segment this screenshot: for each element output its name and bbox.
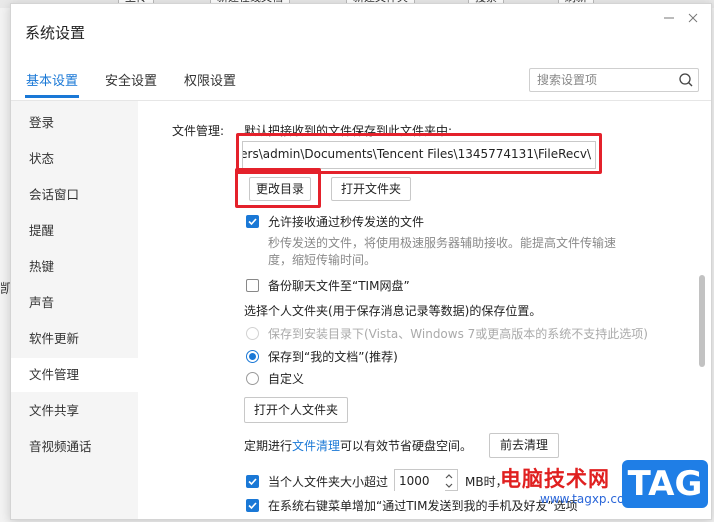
sidebar-item-file-management[interactable]: 文件管理	[11, 358, 138, 392]
sidebar-item-login[interactable]: 登录	[11, 106, 138, 140]
fast-transfer-desc-line2: 度，缩短传输时间。	[268, 253, 377, 267]
size-limit-input[interactable]	[395, 470, 445, 492]
context-menu-label[interactable]: 在系统右键菜单增加“通过TIM发送到我的手机及好友”选项	[268, 497, 578, 514]
allow-fast-transfer-checkbox[interactable]	[246, 215, 259, 228]
sidebar-item-av-call[interactable]: 音视频通话	[11, 430, 138, 464]
active-tab-indicator	[25, 95, 79, 98]
check-icon	[248, 478, 257, 486]
settings-dialog: 系统设置 基本设置 安全设置 权限设置 登录 状态 会话窗口 提醒 热键 声音 …	[10, 3, 712, 520]
fast-transfer-desc-line1: 秒传发送的文件，将使用极速服务器辅助接收。能提高文件传输速	[268, 236, 617, 250]
tab-security-settings[interactable]: 安全设置	[105, 70, 157, 89]
search-input[interactable]	[530, 69, 677, 91]
radio-install-dir	[246, 327, 259, 340]
tab-basic-settings[interactable]: 基本设置	[26, 70, 78, 89]
context-menu-checkbox[interactable]	[246, 499, 259, 512]
settings-search	[529, 68, 699, 92]
backup-tim-checkbox[interactable]	[246, 279, 259, 292]
section-label: 文件管理:	[172, 124, 225, 138]
size-limit-checkbox[interactable]	[246, 475, 259, 488]
personal-folder-description: 选择个人文件夹(用于保存消息记录等数据)的保存位置。	[244, 304, 542, 318]
close-icon	[688, 13, 698, 23]
sidebar-item-chat-window[interactable]: 会话窗口	[11, 178, 138, 212]
sidebar-item-status[interactable]: 状态	[11, 142, 138, 176]
sidebar-item-reminder[interactable]: 提醒	[11, 214, 138, 248]
search-icon[interactable]	[678, 72, 694, 88]
size-limit-prefix: 当个人文件夹大小超过	[268, 475, 389, 489]
radio-custom-label[interactable]: 自定义	[268, 370, 304, 387]
settings-sidebar: 登录 状态 会话窗口 提醒 热键 声音 软件更新 文件管理 文件共享 音视频通话	[11, 101, 138, 519]
scrollbar-thumb[interactable]	[699, 275, 705, 367]
minimize-icon	[664, 17, 674, 19]
sidebar-item-hotkeys[interactable]: 热键	[11, 250, 138, 284]
sidebar-item-software-update[interactable]: 软件更新	[11, 322, 138, 356]
button-highlight-box	[235, 168, 321, 208]
file-cleanup-link[interactable]: 文件清理	[292, 439, 340, 453]
backup-tim-label[interactable]: 备份聊天文件至“TIM网盘”	[268, 277, 410, 294]
open-folder-button[interactable]: 打开文件夹	[331, 177, 411, 201]
cleanup-prefix: 定期进行	[244, 439, 293, 453]
tab-bar: 基本设置 安全设置 权限设置	[11, 56, 711, 101]
sidebar-item-file-sharing[interactable]: 文件共享	[11, 394, 138, 428]
radio-my-documents-label[interactable]: 保存到“我的文档”(推荐)	[268, 348, 398, 365]
open-personal-folder-button[interactable]: 打开个人文件夹	[244, 397, 348, 423]
size-limit-stepper[interactable]	[394, 469, 458, 492]
cleanup-hint: 定期进行文件清理可以有效节省硬盘空间。	[244, 437, 472, 454]
allow-fast-transfer-label[interactable]: 允许接收通过秒传发送的文件	[268, 213, 424, 230]
watermark-tag-logo: TAG	[622, 460, 708, 508]
radio-install-dir-label: 保存到安装目录下(Vista、Windows 7或更高版本的系统不支持此选项)	[268, 327, 648, 341]
sidebar-item-sound[interactable]: 声音	[11, 286, 138, 320]
check-icon	[248, 502, 257, 510]
file-management-panel: 文件管理: 默认把接收到的文件保存到此文件夹中: C:\Users\admin\…	[138, 101, 711, 519]
radio-custom[interactable]	[246, 372, 259, 385]
go-clean-button[interactable]: 前去清理	[489, 433, 559, 458]
check-icon	[248, 218, 257, 226]
content-scrollbar[interactable]	[699, 101, 707, 519]
radio-my-documents[interactable]	[246, 350, 259, 363]
chevron-down-icon[interactable]	[443, 481, 455, 490]
close-button[interactable]	[683, 10, 703, 30]
dialog-title: 系统设置	[25, 24, 86, 42]
chevron-up-icon[interactable]	[443, 472, 455, 481]
cleanup-suffix: 可以有效节省硬盘空间。	[340, 439, 473, 453]
watermark-site-name: 电脑技术网	[500, 467, 610, 491]
minimize-button[interactable]	[659, 10, 679, 30]
tab-permission-settings[interactable]: 权限设置	[184, 70, 236, 89]
